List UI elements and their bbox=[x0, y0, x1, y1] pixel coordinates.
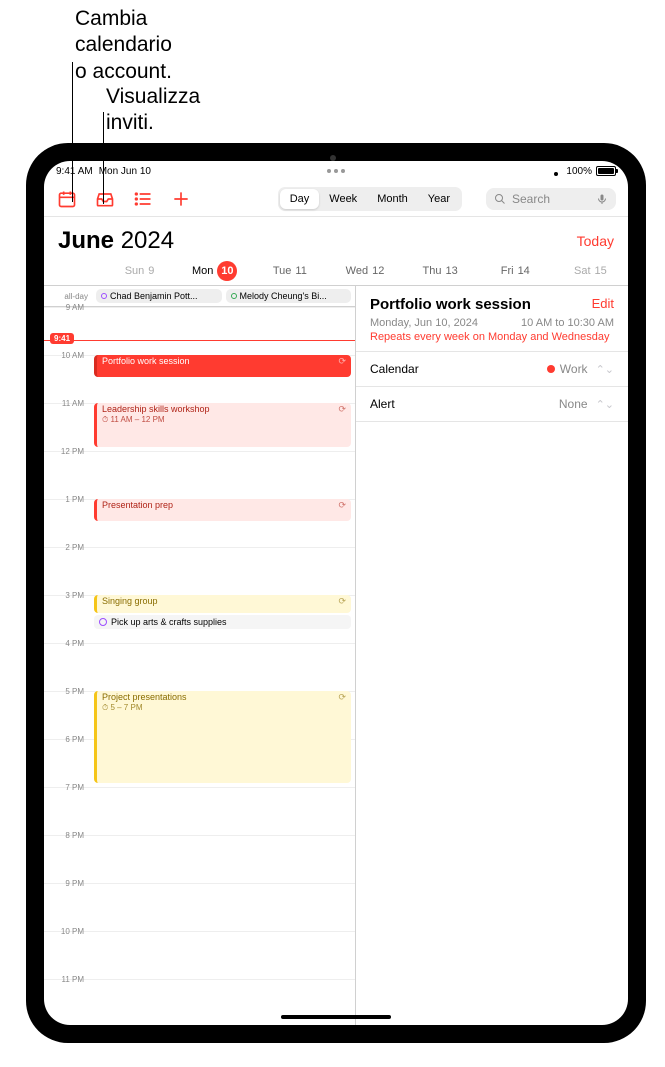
hour-label: 11 PM bbox=[44, 975, 88, 984]
hour-row: 9 AM bbox=[44, 307, 355, 355]
hour-grid[interactable]: 9 AM10 AM11 AM12 PM1 PM2 PM3 PM4 PM5 PM6… bbox=[44, 307, 355, 1025]
view-week[interactable]: Week bbox=[319, 189, 367, 209]
battery-icon bbox=[596, 166, 616, 176]
multitask-dots[interactable] bbox=[327, 169, 345, 173]
hour-label: 8 PM bbox=[44, 831, 88, 840]
hour-label: 12 PM bbox=[44, 447, 88, 456]
hour-label: 11 AM bbox=[44, 399, 88, 408]
detail-time: 10 AM to 10:30 AM bbox=[521, 317, 614, 329]
event[interactable]: Presentation prep⟳ bbox=[94, 499, 351, 521]
detail-date: Monday, Jun 10, 2024 bbox=[370, 317, 478, 329]
hour-row: 12 PM bbox=[44, 451, 355, 499]
chevron-icon: ⌃⌄ bbox=[596, 398, 614, 411]
weekday[interactable]: Wed12 bbox=[327, 261, 402, 281]
event[interactable]: Leadership skills workshop⟳⏱ 11 AM – 12 … bbox=[94, 403, 351, 447]
ipad-frame: 9:41 AM Mon Jun 10 100% bbox=[26, 143, 646, 1043]
home-indicator[interactable] bbox=[281, 1015, 391, 1019]
allday-event[interactable]: Chad Benjamin Pott... bbox=[96, 289, 222, 303]
view-day[interactable]: Day bbox=[280, 189, 320, 209]
callout-line bbox=[103, 112, 104, 204]
event-detail-panel: Portfolio work session Edit Monday, Jun … bbox=[356, 286, 628, 1025]
weekday-selected[interactable]: Mon10 bbox=[177, 261, 252, 281]
status-bar: 9:41 AM Mon Jun 10 100% bbox=[44, 161, 628, 181]
delete-event-button[interactable]: Delete Event bbox=[356, 1011, 628, 1025]
reminder-circle-icon[interactable] bbox=[99, 618, 107, 626]
detail-alert-row[interactable]: Alert None⌃⌄ bbox=[356, 387, 628, 422]
hour-row: 8 PM bbox=[44, 835, 355, 883]
hour-label: 3 PM bbox=[44, 591, 88, 600]
edit-button[interactable]: Edit bbox=[592, 296, 614, 311]
event[interactable]: Project presentations⟳⏱ 5 – 7 PM bbox=[94, 691, 351, 783]
hour-row: 10 PM bbox=[44, 931, 355, 979]
callout-inbox: Visualizza inviti. bbox=[106, 84, 200, 137]
hour-label: 1 PM bbox=[44, 495, 88, 504]
main-content: all-day Chad Benjamin Pott... Melody Che… bbox=[44, 286, 628, 1025]
hour-row: 2 PM bbox=[44, 547, 355, 595]
add-icon[interactable] bbox=[170, 188, 192, 210]
status-time: 9:41 AM bbox=[56, 166, 93, 177]
view-year[interactable]: Year bbox=[418, 189, 460, 209]
hour-label: 7 PM bbox=[44, 783, 88, 792]
now-time-badge: 9:41 bbox=[50, 333, 74, 344]
hour-label: 9 PM bbox=[44, 879, 88, 888]
status-date: Mon Jun 10 bbox=[99, 166, 151, 177]
allday-row: all-day Chad Benjamin Pott... Melody Che… bbox=[44, 286, 355, 307]
view-segmented-control: Day Week Month Year bbox=[278, 187, 462, 211]
hour-label: 10 AM bbox=[44, 351, 88, 360]
list-icon[interactable] bbox=[132, 188, 154, 210]
detail-header: Portfolio work session Edit Monday, Jun … bbox=[356, 286, 628, 352]
search-placeholder: Search bbox=[512, 192, 550, 206]
day-view[interactable]: all-day Chad Benjamin Pott... Melody Che… bbox=[44, 286, 356, 1025]
today-button[interactable]: Today bbox=[577, 233, 614, 249]
hour-label: 9 AM bbox=[44, 303, 88, 312]
calendar-color-dot bbox=[547, 365, 555, 373]
allday-label: all-day bbox=[44, 292, 92, 301]
weekday[interactable]: Sat15 bbox=[553, 261, 628, 281]
month-title[interactable]: June 2024 bbox=[58, 227, 174, 255]
detail-calendar-row[interactable]: Calendar Work⌃⌄ bbox=[356, 352, 628, 387]
search-icon bbox=[494, 193, 506, 205]
toolbar: Day Week Month Year Search bbox=[44, 181, 628, 217]
callout-calendar: Cambia calendarioo account. bbox=[75, 6, 172, 85]
calendars-icon[interactable] bbox=[56, 188, 78, 210]
calendar-header: June 2024 Today bbox=[44, 217, 628, 255]
weekday[interactable]: Thu13 bbox=[403, 261, 478, 281]
wifi-icon bbox=[550, 166, 562, 176]
detail-repeat: Repeats every week on Monday and Wednesd… bbox=[370, 331, 614, 343]
weekday[interactable]: Sun9 bbox=[102, 261, 177, 281]
now-indicator: 9:41 bbox=[44, 340, 355, 341]
hour-label: 5 PM bbox=[44, 687, 88, 696]
weekday[interactable]: Fri14 bbox=[478, 261, 553, 281]
inbox-icon[interactable] bbox=[94, 188, 116, 210]
hour-label: 6 PM bbox=[44, 735, 88, 744]
battery-percent: 100% bbox=[566, 166, 592, 177]
ipad-camera bbox=[330, 155, 336, 161]
detail-title: Portfolio work session bbox=[370, 296, 531, 313]
detail-alert-label: Alert bbox=[370, 397, 395, 411]
screen: 9:41 AM Mon Jun 10 100% bbox=[44, 161, 628, 1025]
hour-row: 9 PM bbox=[44, 883, 355, 931]
mic-icon[interactable] bbox=[596, 193, 608, 205]
event[interactable]: Portfolio work session⟳ bbox=[94, 355, 351, 377]
allday-event[interactable]: Melody Cheung's Bi... bbox=[226, 289, 352, 303]
view-month[interactable]: Month bbox=[367, 189, 418, 209]
chevron-icon: ⌃⌄ bbox=[596, 363, 614, 376]
weekday[interactable]: Tue11 bbox=[252, 261, 327, 281]
hour-row: 4 PM bbox=[44, 643, 355, 691]
search-field[interactable]: Search bbox=[486, 188, 616, 210]
hour-label: 10 PM bbox=[44, 927, 88, 936]
week-strip: Sun9 Mon10 Tue11 Wed12 Thu13 Fri14 Sat15 bbox=[44, 255, 628, 286]
hour-label: 4 PM bbox=[44, 639, 88, 648]
callout-line bbox=[72, 62, 73, 202]
reminder[interactable]: Pick up arts & crafts supplies bbox=[94, 615, 351, 629]
hour-label: 2 PM bbox=[44, 543, 88, 552]
detail-calendar-label: Calendar bbox=[370, 362, 419, 376]
event[interactable]: Singing group⟳ bbox=[94, 595, 351, 613]
hour-row: 7 PM bbox=[44, 787, 355, 835]
